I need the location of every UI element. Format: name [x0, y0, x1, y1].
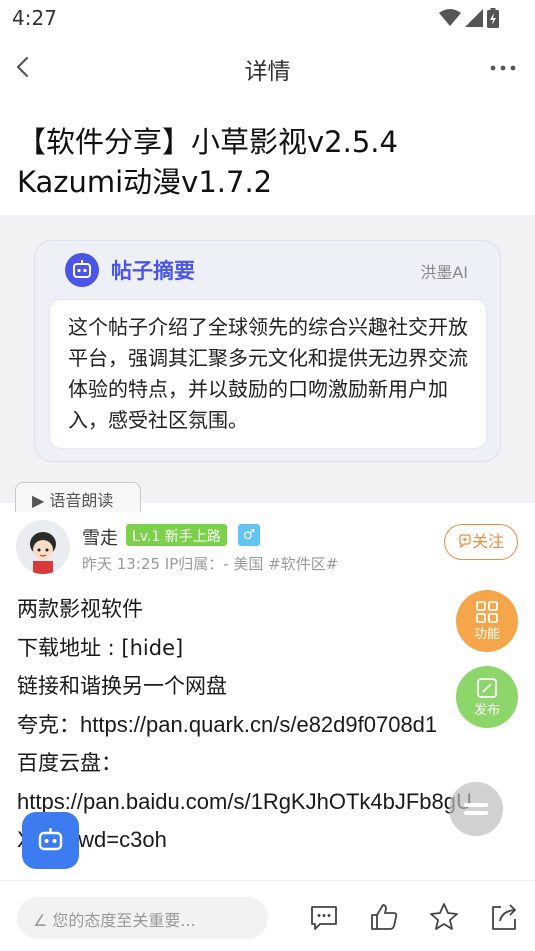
body-line: 百度云盘： [17, 751, 122, 775]
post-title-line: 【软件分享】小草影视v2.5.4 [17, 125, 398, 159]
baidu-link-continued[interactable]: X w?pwd=c3oh [17, 821, 522, 860]
summary-text: 这个帖子介绍了全球领先的综合兴趣社交开放平台，强调其汇聚多元文化和提供无边界交流… [49, 299, 487, 449]
comment-input[interactable]: ∠ 您的态度至关重要... [17, 897, 268, 939]
nav-bar: 详情 [0, 38, 535, 98]
function-label: 功能 [473, 627, 500, 642]
level-badge: Lv.1 新手上路 [126, 524, 227, 546]
follow-label: 关注 [471, 532, 504, 551]
gender-badge: ♂ [238, 524, 260, 546]
edit-icon [477, 678, 497, 698]
read-aloud-button[interactable]: ▶ 语音朗读 [15, 482, 141, 512]
post-meta: 昨天 13:25 IP归属：- 美国 #软件区# [82, 555, 339, 573]
post-title: 【软件分享】小草影视v2.5.4 Kazumi动漫v1.7.2 [17, 122, 522, 202]
ai-assistant-button[interactable] [22, 812, 79, 869]
status-time: 4:27 [12, 6, 57, 30]
share-icon[interactable] [488, 901, 520, 933]
status-icons [439, 8, 499, 28]
author-row: 雪走 Lv.1 新手上路 ♂ 昨天 13:25 IP归属：- 美国 #软件区# … [0, 518, 535, 578]
signal-icon [465, 9, 483, 27]
grid-icon [476, 601, 498, 623]
status-bar: 4:27 [0, 0, 535, 36]
summary-brand: 洪墨AI [420, 263, 468, 282]
body-line: 夸克：https://pan.quark.cn/s/e82d9f0708d1 [17, 706, 522, 745]
author-name[interactable]: 雪走 [82, 524, 118, 550]
like-icon[interactable] [368, 901, 400, 933]
wifi-icon [439, 9, 461, 26]
follow-button[interactable]: 关注 [444, 524, 518, 560]
robot-icon [65, 253, 99, 287]
more-icon[interactable] [485, 52, 521, 82]
bottom-bar: ∠ 您的态度至关重要... [0, 880, 535, 951]
avatar[interactable] [16, 520, 70, 574]
body-line: 下载地址 : [hide] [17, 635, 184, 660]
scroll-top-button[interactable] [449, 782, 503, 836]
post-title-line: Kazumi动漫v1.7.2 [17, 165, 273, 199]
star-icon[interactable] [428, 901, 460, 933]
summary-card: 帖子摘要 洪墨AI 这个帖子介绍了全球领先的综合兴趣社交开放平台，强调其汇聚多元… [34, 240, 501, 462]
page-title: 详情 [244, 59, 291, 85]
quark-label: 夸克： [17, 712, 80, 737]
publish-button[interactable]: 发布 [456, 666, 518, 728]
comment-icon[interactable] [308, 901, 340, 933]
post-body: 两款影视软件 下载地址 : [hide] 链接和谐换另一个网盘 夸克：https… [17, 590, 522, 860]
battery-icon [487, 8, 499, 28]
follow-icon [459, 534, 471, 549]
scroll-top-icon [464, 803, 488, 815]
robot-icon [38, 828, 63, 851]
quark-link[interactable]: https://pan.quark.cn/s/e82d9f0708d1 [80, 712, 437, 737]
function-button[interactable]: 功能 [456, 590, 518, 652]
baidu-link[interactable]: https://pan.baidu.com/s/1RgKJhOTk4bJFb8g… [17, 783, 522, 822]
summary-area: 帖子摘要 洪墨AI 这个帖子介绍了全球领先的综合兴趣社交开放平台，强调其汇聚多元… [0, 215, 535, 512]
summary-title: 帖子摘要 [111, 259, 195, 283]
publish-label: 发布 [473, 703, 500, 718]
body-line: 链接和谐换另一个网盘 [17, 674, 227, 698]
body-line: 两款影视软件 [17, 597, 143, 621]
